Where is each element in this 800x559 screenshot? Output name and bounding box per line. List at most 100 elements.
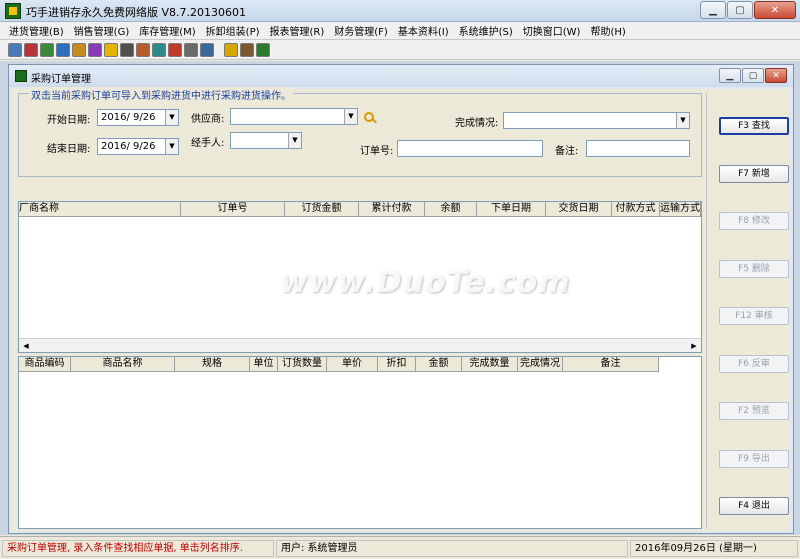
- criteria-hint: 双击当前采购订单可导入到采购进货中进行采购进货操作。: [29, 87, 293, 102]
- watermark-text: www.DuoTe.com: [280, 265, 571, 300]
- start-date-picker[interactable]: 2016/ 9/26 ▼: [97, 109, 179, 126]
- app-title: 巧手进销存永久免费网络版 V8.7.20130601: [26, 6, 246, 19]
- start-date-value: 2016/ 9/26: [101, 112, 156, 123]
- order-no-label: 订单号:: [360, 146, 394, 157]
- status-user: 用户: 系统管理员: [276, 540, 628, 557]
- child-restore-icon[interactable]: ▢: [742, 68, 764, 83]
- remark-label: 备注:: [555, 146, 579, 157]
- action-button-panel: F3 查找 F7 新增 F8 修改 F5 删除 F12 审核 F6 反审 F2 预览 F9 导…: [706, 93, 789, 529]
- action-button-3[interactable]: F5 删除: [719, 260, 789, 278]
- handler-select[interactable]: ▼: [230, 132, 302, 149]
- orders-col-header-8[interactable]: 运输方式: [660, 202, 701, 217]
- return-icon[interactable]: [24, 42, 38, 57]
- scroll-right-icon[interactable]: ▶: [687, 339, 701, 352]
- tools-icon[interactable]: [240, 42, 254, 57]
- orders-col-header-7[interactable]: 付款方式: [612, 202, 660, 217]
- menu-item-3[interactable]: 拆卸组装(P): [201, 23, 265, 38]
- stock-icon[interactable]: [72, 42, 86, 57]
- menu-bar: 进货管理(B) 销售管理(G) 库存管理(M) 拆卸组装(P) 报表管理(R) 财务管理(…: [0, 22, 800, 40]
- child-close-icon[interactable]: ✕: [765, 68, 787, 83]
- orders-col-header-6[interactable]: 交货日期: [546, 202, 612, 217]
- action-button-0[interactable]: F3 查找: [719, 117, 789, 135]
- grid-icon[interactable]: [120, 42, 134, 57]
- app-logo-icon: [5, 3, 21, 19]
- items-col-header-3[interactable]: 单位: [250, 357, 278, 372]
- menu-item-0[interactable]: 进货管理(B): [4, 23, 69, 38]
- minimize-icon[interactable]: ▁: [700, 1, 726, 19]
- report-icon[interactable]: [88, 42, 102, 57]
- chevron-down-icon[interactable]: ▼: [676, 113, 689, 128]
- order-items-grid[interactable]: 商品编码 商品名称 规格 单位 订货数量 单价 折扣 金额 完成数量 完成情况 备注: [18, 356, 702, 529]
- calendar-icon[interactable]: [168, 42, 182, 57]
- child-minimize-icon[interactable]: ▁: [719, 68, 741, 83]
- search-criteria-group: 双击当前采购订单可导入到采购进货中进行采购进货操作。 开始日期: 2016/ 9…: [18, 87, 702, 177]
- app-titlebar: 巧手进销存永久免费网络版 V8.7.20130601 ▁ ▢ ✕: [0, 0, 800, 22]
- action-button-5[interactable]: F6 反审: [719, 355, 789, 373]
- orders-col-header-2[interactable]: 订货金额: [285, 202, 359, 217]
- status-select[interactable]: ▼: [503, 112, 690, 129]
- action-button-6[interactable]: F2 预览: [719, 402, 789, 420]
- chevron-down-icon[interactable]: ▼: [288, 133, 301, 148]
- menu-item-7[interactable]: 系统维护(S): [454, 23, 518, 38]
- menu-item-9[interactable]: 帮助(H): [585, 23, 630, 38]
- items-col-header-1[interactable]: 商品名称: [71, 357, 175, 372]
- supplier-select[interactable]: ▼: [230, 108, 358, 125]
- orders-col-header-1[interactable]: 订单号: [181, 202, 285, 217]
- orders-col-header-3[interactable]: 累计付款: [359, 202, 425, 217]
- child-window-controls: ▁ ▢ ✕: [719, 68, 787, 83]
- menu-item-5[interactable]: 财务管理(F): [329, 23, 393, 38]
- users-icon[interactable]: [136, 42, 150, 57]
- end-date-picker[interactable]: 2016/ 9/26 ▼: [97, 138, 179, 155]
- items-col-header-4[interactable]: 订货数量: [278, 357, 327, 372]
- purchase-icon[interactable]: [8, 42, 22, 57]
- exit-icon[interactable]: [256, 42, 270, 57]
- toolbar: [0, 40, 800, 60]
- items-col-header-6[interactable]: 折扣: [378, 357, 416, 372]
- items-col-header-2[interactable]: 规格: [175, 357, 250, 372]
- items-grid-header: 商品编码 商品名称 规格 单位 订货数量 单价 折扣 金额 完成数量 完成情况 备注: [19, 357, 659, 372]
- table-icon[interactable]: [200, 42, 214, 57]
- menu-item-6[interactable]: 基本资料(I): [393, 23, 454, 38]
- scroll-left-icon[interactable]: ◀: [19, 339, 33, 352]
- menu-item-2[interactable]: 库存管理(M): [134, 23, 200, 38]
- maximize-icon[interactable]: ▢: [727, 1, 753, 19]
- start-date-label: 开始日期:: [47, 115, 91, 126]
- help-icon[interactable]: [224, 42, 238, 57]
- chevron-down-icon[interactable]: ▼: [344, 109, 357, 124]
- chart-icon[interactable]: [152, 42, 166, 57]
- items-col-header-8[interactable]: 完成数量: [462, 357, 518, 372]
- chevron-down-icon[interactable]: ▼: [165, 139, 178, 154]
- menu-item-1[interactable]: 销售管理(G): [69, 23, 135, 38]
- order-no-input[interactable]: [397, 140, 543, 157]
- items-col-header-5[interactable]: 单价: [327, 357, 378, 372]
- status-date: 2016年09月26日 (星期一): [630, 540, 798, 557]
- action-button-1[interactable]: F7 新增: [719, 165, 789, 183]
- remark-input[interactable]: [586, 140, 690, 157]
- supplier-label: 供应商:: [191, 114, 225, 125]
- menu-item-4[interactable]: 报表管理(R): [265, 23, 330, 38]
- action-button-7[interactable]: F9 导出: [719, 450, 789, 468]
- action-button-4[interactable]: F12 审核: [719, 307, 789, 325]
- end-date-label: 结束日期:: [47, 144, 91, 155]
- child-title: 采购订单管理: [31, 74, 91, 85]
- window-controls: ▁ ▢ ✕: [700, 1, 796, 19]
- lightning-icon[interactable]: [104, 42, 118, 57]
- sale-icon[interactable]: [40, 42, 54, 57]
- items-col-header-9[interactable]: 完成情况: [518, 357, 563, 372]
- items-col-header-0[interactable]: 商品编码: [19, 357, 71, 372]
- orders-col-header-0[interactable]: 厂商名称: [19, 202, 181, 217]
- chevron-down-icon[interactable]: ▼: [165, 110, 178, 125]
- items-col-header-10[interactable]: 备注: [563, 357, 659, 372]
- orders-col-header-4[interactable]: 余额: [425, 202, 477, 217]
- menu-item-8[interactable]: 切换窗口(W): [518, 23, 586, 38]
- orders-hscrollbar[interactable]: ◀ ▶: [19, 338, 701, 352]
- items-col-header-7[interactable]: 金额: [416, 357, 462, 372]
- status-bar: 采购订单管理, 录入条件查找相应单据, 单击列名排序. 用户: 系统管理员 20…: [0, 536, 800, 559]
- orders-col-header-5[interactable]: 下单日期: [477, 202, 546, 217]
- action-button-2[interactable]: F8 修改: [719, 212, 789, 230]
- close-icon[interactable]: ✕: [754, 1, 796, 19]
- action-button-8[interactable]: F4 退出: [719, 497, 789, 515]
- transfer-icon[interactable]: [56, 42, 70, 57]
- settings-icon[interactable]: [184, 42, 198, 57]
- search-icon[interactable]: [364, 112, 374, 122]
